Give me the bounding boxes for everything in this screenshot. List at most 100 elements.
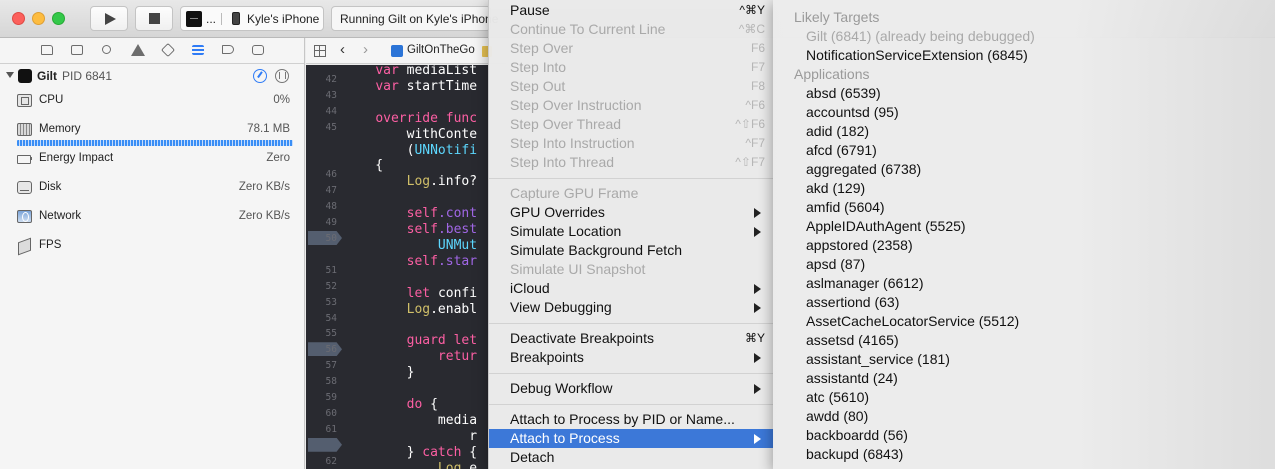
menu-item-step-into: Step Into F7 — [489, 58, 774, 77]
application-process-item[interactable]: AssetCacheLocatorService (5512) — [806, 313, 1019, 329]
application-process-item[interactable]: aggregated (6738) — [806, 161, 921, 177]
application-process-item[interactable]: apsd (87) — [806, 256, 865, 272]
breakpoint-marker[interactable] — [308, 437, 342, 452]
menu-item-breakpoints[interactable]: Breakpoints — [489, 348, 774, 367]
debug-menu: Pause ^⌘Y Continue To Current Line ^⌘C Step … — [488, 0, 774, 469]
application-process-item[interactable]: backboardd (56) — [806, 427, 908, 443]
gauge-memory[interactable]: Memory 78.1 MB — [0, 117, 304, 146]
menu-item-step-over: Step Over F6 — [489, 39, 774, 58]
submenu-arrow-icon — [754, 227, 761, 237]
network-icon — [17, 210, 32, 223]
menu-item-label: Deactivate Breakpoints — [510, 330, 654, 346]
gauge-cpu[interactable]: CPU 0% — [0, 88, 304, 117]
likely-target-item[interactable]: NotificationServiceExtension (6845) — [806, 47, 1028, 63]
application-process-item[interactable]: adid (182) — [806, 123, 869, 139]
code-line: retur — [344, 348, 477, 365]
menu-item-simulate-background-fetch[interactable]: Simulate Background Fetch — [489, 241, 774, 260]
application-process-item[interactable]: afcd (6791) — [806, 142, 877, 158]
scheme-selector[interactable]: ... Kyle's iPhone — [180, 6, 324, 31]
project-navigator-tab[interactable] — [40, 44, 54, 57]
application-process-item[interactable]: akd (129) — [806, 180, 865, 196]
menu-item-simulate-location[interactable]: Simulate Location — [489, 222, 774, 241]
scheme-separator — [221, 13, 222, 25]
menu-item-icloud[interactable]: iCloud — [489, 279, 774, 298]
line-number: 58 — [325, 376, 337, 388]
gauge-fps[interactable]: FPS — [0, 233, 304, 262]
menu-item-capture-gpu-frame: Capture GPU Frame — [489, 184, 774, 203]
activity-status-text: Running Gilt on Kyle's iPhone — [340, 12, 499, 26]
stop-button[interactable] — [135, 6, 173, 31]
menu-item-view-debugging[interactable]: View Debugging — [489, 298, 774, 317]
run-button[interactable] — [90, 6, 128, 31]
related-items-grid-icon[interactable] — [314, 45, 326, 57]
application-process-item[interactable]: assistant_service (181) — [806, 351, 950, 367]
menu-item-step-into-instruction: Step Into Instruction ^F7 — [489, 134, 774, 153]
report-navigator-tab[interactable] — [251, 44, 265, 57]
code-token: let — [406, 285, 438, 301]
zoom-window-button[interactable] — [52, 12, 65, 25]
application-process-item[interactable]: appstored (2358) — [806, 237, 913, 253]
menu-item-pause[interactable]: Pause ^⌘Y — [489, 1, 774, 20]
gauge-disk[interactable]: Disk Zero KB/s — [0, 175, 304, 204]
menu-item-debug-workflow[interactable]: Debug Workflow — [489, 379, 774, 398]
application-process-item[interactable]: AppleIDAuthAgent (5525) — [806, 218, 966, 234]
threads-icon[interactable] — [275, 69, 289, 83]
application-process-item[interactable]: assetsd (4165) — [806, 332, 899, 348]
forward-chevron-icon[interactable]: › — [363, 41, 368, 58]
process-row[interactable]: Gilt PID 6841 — [0, 64, 304, 88]
menu-item-attach-to-process-by-pid-or-name[interactable]: Attach to Process by PID or Name... — [489, 410, 774, 429]
jump-bar-project[interactable]: GiltOnTheGo — [407, 44, 475, 56]
application-process-item[interactable]: aslmanager (6612) — [806, 275, 924, 291]
gauge-energy[interactable]: Energy Impact Zero — [0, 146, 304, 175]
code-line: } catch { — [344, 444, 477, 461]
line-number: 52 — [325, 280, 337, 292]
source-editor[interactable]: var mediaList var startTime override fun… — [344, 65, 488, 469]
debug-navigator-tab[interactable] — [191, 44, 205, 57]
line-number: 43 — [325, 89, 337, 101]
breakpoint-navigator-tab[interactable] — [221, 44, 235, 57]
line-number-gutter[interactable]: 42 43 44 45 46 47 48 49 50 51 52 53 54 55 56 57 58 59 60 61… — [306, 65, 344, 469]
code-line: UNMut — [344, 237, 477, 254]
menu-item-label: GPU Overrides — [510, 204, 605, 220]
line-number: 53 — [325, 296, 337, 308]
application-process-item[interactable]: awdd (80) — [806, 408, 868, 424]
navigator-tab-bar — [0, 38, 304, 64]
activity-viewer: Running Gilt on Kyle's iPhone — [331, 6, 498, 31]
application-process-item[interactable]: absd (6539) — [806, 85, 881, 101]
menu-item-gpu-overrides[interactable]: GPU Overrides — [489, 203, 774, 222]
menu-item-label: iCloud — [510, 280, 550, 296]
code-token: } — [344, 365, 415, 381]
menu-item-detach[interactable]: Detach — [489, 448, 774, 467]
close-window-button[interactable] — [12, 12, 25, 25]
disclosure-triangle-icon[interactable] — [6, 72, 14, 78]
application-process-item[interactable]: accountsd (95) — [806, 104, 899, 120]
stop-icon — [149, 13, 160, 24]
application-process-item[interactable]: assertiond (63) — [806, 294, 899, 310]
back-chevron-icon[interactable]: ‹ — [340, 41, 345, 58]
menu-item-label: Step Into Thread — [510, 154, 615, 170]
menu-item-shortcut: ^⇧F7 — [735, 155, 765, 169]
application-process-item[interactable]: atc (5610) — [806, 389, 869, 405]
code-token: self — [406, 206, 438, 222]
code-token: .info? — [430, 174, 478, 190]
gauge-label: Disk — [39, 181, 62, 193]
application-process-item[interactable]: assistantd (24) — [806, 370, 898, 386]
application-process-item[interactable]: backupd (6843) — [806, 446, 903, 462]
issue-navigator-tab[interactable] — [131, 44, 145, 57]
menu-item-attach-to-process[interactable]: Attach to Process — [489, 429, 774, 448]
code-line: } — [344, 364, 415, 381]
scheme-app-label: ... — [206, 12, 217, 26]
application-process-item[interactable]: amfid (5604) — [806, 199, 885, 215]
gauge-network[interactable]: Network Zero KB/s — [0, 204, 304, 233]
find-navigator-tab[interactable] — [101, 44, 115, 57]
test-navigator-tab[interactable] — [160, 42, 176, 58]
source-control-navigator-tab[interactable] — [70, 44, 84, 57]
minimize-window-button[interactable] — [32, 12, 45, 25]
menu-item-deactivate-breakpoints[interactable]: Deactivate Breakpoints ⌘Y — [489, 329, 774, 348]
gauges-icon[interactable] — [253, 69, 267, 83]
menu-item-label: Step Over — [510, 40, 574, 56]
